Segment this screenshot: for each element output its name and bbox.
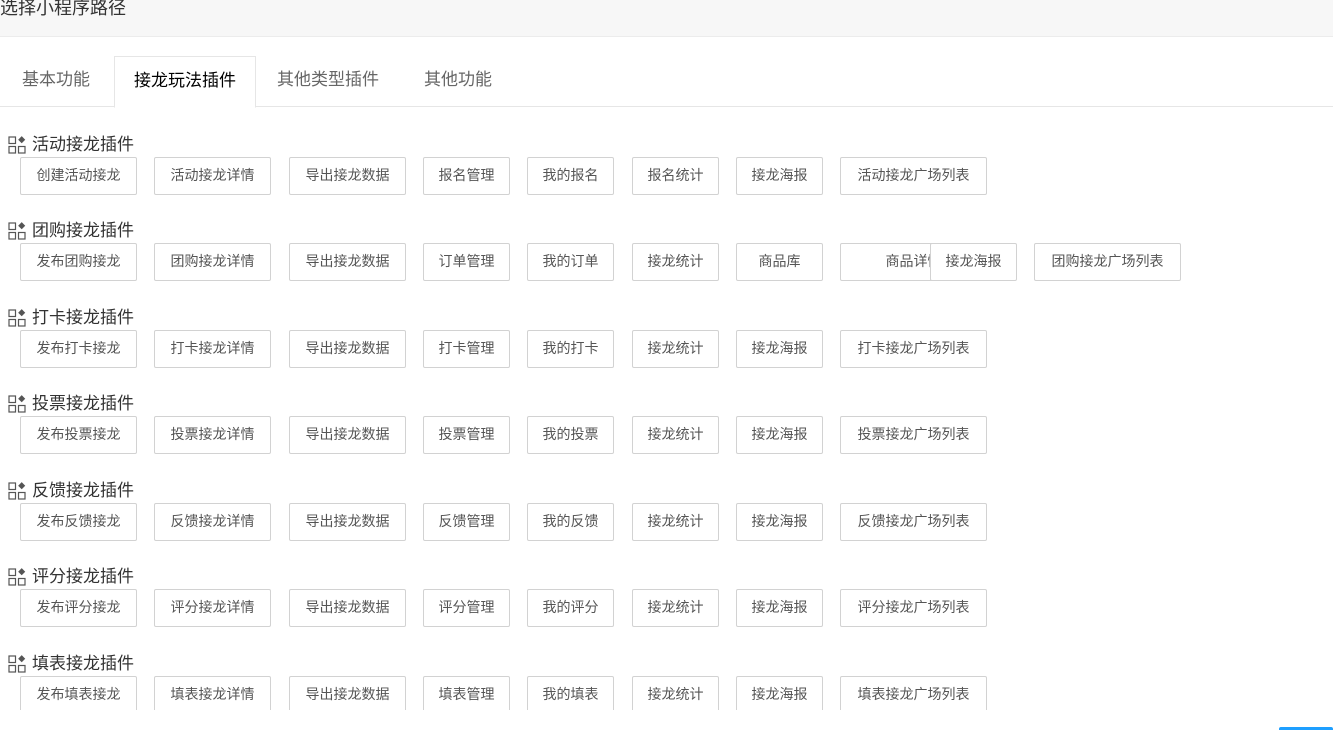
section-header: 投票接龙插件 bbox=[8, 392, 134, 416]
path-option-button[interactable]: 我的评分 bbox=[527, 589, 614, 627]
path-option-button[interactable]: 活动接龙广场列表 bbox=[840, 157, 987, 195]
path-option-button[interactable]: 导出接龙数据 bbox=[289, 330, 406, 368]
path-option-button[interactable]: 发布打卡接龙 bbox=[20, 330, 137, 368]
path-option-button[interactable]: 导出接龙数据 bbox=[289, 589, 406, 627]
path-option-button[interactable]: 接龙统计 bbox=[632, 330, 719, 368]
tab-basic-functions[interactable]: 基本功能 bbox=[0, 56, 112, 107]
path-option-button[interactable]: 接龙海报 bbox=[736, 330, 823, 368]
section-title: 打卡接龙插件 bbox=[32, 308, 134, 328]
path-option-button[interactable]: 导出接龙数据 bbox=[289, 416, 406, 454]
path-option-button[interactable]: 发布团购接龙 bbox=[20, 243, 137, 281]
path-option-button[interactable]: 接龙统计 bbox=[632, 503, 719, 541]
grid-apps-icon bbox=[8, 395, 26, 413]
path-option-button[interactable]: 打卡接龙广场列表 bbox=[840, 330, 987, 368]
tab-bar: 基本功能 接龙玩法插件 其他类型插件 其他功能 bbox=[0, 56, 1333, 108]
path-option-button[interactable]: 我的打卡 bbox=[527, 330, 614, 368]
path-option-button[interactable]: 导出接龙数据 bbox=[289, 503, 406, 541]
plugin-section: 填表接龙插件 发布填表接龙 填表接龙详情 导出接龙数据 填表管理 我的填表 接龙统计 接龙海报… bbox=[0, 652, 1333, 710]
grid-apps-icon bbox=[8, 136, 26, 154]
plugin-section: 打卡接龙插件 发布打卡接龙 打卡接龙详情 导出接龙数据 打卡管理 我的打卡 接龙统计 接龙海报… bbox=[0, 306, 1333, 393]
plugin-section: 评分接龙插件 发布评分接龙 评分接龙详情 导出接龙数据 评分管理 我的评分 接龙统计 接龙海报… bbox=[0, 565, 1333, 652]
path-option-button[interactable]: 发布投票接龙 bbox=[20, 416, 137, 454]
path-option-button[interactable]: 报名管理 bbox=[423, 157, 510, 195]
path-option-button[interactable]: 投票接龙详情 bbox=[154, 416, 271, 454]
tab-other-functions[interactable]: 其他功能 bbox=[400, 56, 516, 107]
section-title: 活动接龙插件 bbox=[32, 135, 134, 155]
section-header: 打卡接龙插件 bbox=[8, 306, 134, 330]
path-option-button[interactable]: 投票管理 bbox=[423, 416, 510, 454]
path-option-button[interactable]: 接龙统计 bbox=[632, 416, 719, 454]
path-option-button[interactable]: 我的订单 bbox=[527, 243, 614, 281]
plugin-sections: 活动接龙插件 创建活动接龙 活动接龙详情 导出接龙数据 报名管理 我的报名 报名统计 接龙海报… bbox=[0, 107, 1333, 710]
plugin-section: 反馈接龙插件 发布反馈接龙 反馈接龙详情 导出接龙数据 反馈管理 我的反馈 接龙统计 接龙海报… bbox=[0, 479, 1333, 566]
path-option-button[interactable]: 评分接龙广场列表 bbox=[840, 589, 987, 627]
path-option-button[interactable]: 接龙统计 bbox=[632, 243, 719, 281]
section-header: 团购接龙插件 bbox=[8, 219, 134, 243]
path-option-button[interactable]: 评分接龙详情 bbox=[154, 589, 271, 627]
path-option-button[interactable]: 发布反馈接龙 bbox=[20, 503, 137, 541]
section-title: 投票接龙插件 bbox=[32, 394, 134, 414]
plugin-section: 投票接龙插件 发布投票接龙 投票接龙详情 导出接龙数据 投票管理 我的投票 接龙统计 接龙海报… bbox=[0, 392, 1333, 479]
path-option-button[interactable]: 报名统计 bbox=[632, 157, 719, 195]
section-header: 活动接龙插件 bbox=[8, 133, 134, 157]
dialog-header: 选择小程序路径 bbox=[0, 0, 1333, 37]
path-option-button[interactable]: 订单管理 bbox=[423, 243, 510, 281]
section-title: 评分接龙插件 bbox=[32, 567, 134, 587]
path-option-button[interactable]: 填表接龙广场列表 bbox=[840, 676, 987, 710]
section-title: 反馈接龙插件 bbox=[32, 481, 134, 501]
path-option-button[interactable]: 接龙海报 bbox=[736, 676, 823, 710]
path-option-button[interactable]: 团购接龙广场列表 bbox=[1034, 243, 1181, 281]
path-option-button[interactable]: 打卡接龙详情 bbox=[154, 330, 271, 368]
section-header: 反馈接龙插件 bbox=[8, 479, 134, 503]
path-option-button[interactable]: 商品库 bbox=[736, 243, 823, 281]
path-option-button[interactable]: 打卡管理 bbox=[423, 330, 510, 368]
path-option-button[interactable]: 我的投票 bbox=[527, 416, 614, 454]
path-option-button[interactable]: 填表管理 bbox=[423, 676, 510, 710]
tab-jielong-plugins[interactable]: 接龙玩法插件 bbox=[114, 56, 256, 108]
path-option-button[interactable]: 团购接龙详情 bbox=[154, 243, 271, 281]
path-option-button[interactable]: 创建活动接龙 bbox=[20, 157, 137, 195]
path-option-button[interactable]: 接龙海报 bbox=[736, 503, 823, 541]
path-option-button[interactable]: 接龙统计 bbox=[632, 589, 719, 627]
path-option-button[interactable]: 接龙海报 bbox=[930, 243, 1017, 281]
grid-apps-icon bbox=[8, 222, 26, 240]
path-option-button[interactable]: 接龙统计 bbox=[632, 676, 719, 710]
path-option-button[interactable]: 接龙海报 bbox=[736, 157, 823, 195]
section-title: 团购接龙插件 bbox=[32, 221, 134, 241]
path-option-button[interactable]: 投票接龙广场列表 bbox=[840, 416, 987, 454]
grid-apps-icon bbox=[8, 309, 26, 327]
path-option-button[interactable]: 我的反馈 bbox=[527, 503, 614, 541]
section-header: 评分接龙插件 bbox=[8, 565, 134, 589]
section-title: 填表接龙插件 bbox=[32, 654, 134, 674]
path-option-button[interactable]: 接龙海报 bbox=[736, 589, 823, 627]
path-option-button[interactable]: 活动接龙详情 bbox=[154, 157, 271, 195]
dialog-title: 选择小程序路径 bbox=[0, 0, 126, 19]
path-option-button[interactable]: 我的报名 bbox=[527, 157, 614, 195]
path-option-button[interactable]: 反馈接龙广场列表 bbox=[840, 503, 987, 541]
grid-apps-icon bbox=[8, 482, 26, 500]
grid-apps-icon bbox=[8, 655, 26, 673]
plugin-section: 团购接龙插件 发布团购接龙 团购接龙详情 导出接龙数据 订单管理 我的订单 接龙统计 商品库商… bbox=[0, 219, 1333, 306]
path-option-button[interactable]: 导出接龙数据 bbox=[289, 157, 406, 195]
path-option-button[interactable]: 评分管理 bbox=[423, 589, 510, 627]
plugin-section: 活动接龙插件 创建活动接龙 活动接龙详情 导出接龙数据 报名管理 我的报名 报名统计 接龙海报… bbox=[0, 133, 1333, 220]
grid-apps-icon bbox=[8, 568, 26, 586]
path-option-button[interactable]: 我的填表 bbox=[527, 676, 614, 710]
path-option-button[interactable]: 发布填表接龙 bbox=[20, 676, 137, 710]
path-option-button[interactable]: 填表接龙详情 bbox=[154, 676, 271, 710]
path-option-button[interactable]: 反馈接龙详情 bbox=[154, 503, 271, 541]
section-header: 填表接龙插件 bbox=[8, 652, 134, 676]
path-option-button[interactable]: 接龙海报 bbox=[736, 416, 823, 454]
path-option-button[interactable]: 导出接龙数据 bbox=[289, 243, 406, 281]
path-option-button[interactable]: 导出接龙数据 bbox=[289, 676, 406, 710]
tab-other-plugins[interactable]: 其他类型插件 bbox=[258, 56, 398, 107]
path-option-button[interactable]: 反馈管理 bbox=[423, 503, 510, 541]
path-option-button[interactable]: 发布评分接龙 bbox=[20, 589, 137, 627]
